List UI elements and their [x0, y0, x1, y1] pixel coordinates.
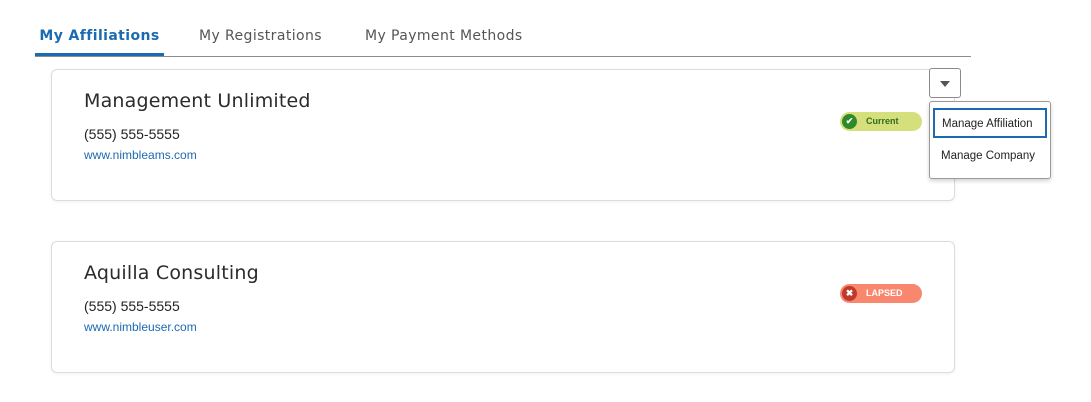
- affiliation-card: Aquilla Consulting (555) 555-5555 www.ni…: [51, 241, 955, 373]
- tab-my-affiliations[interactable]: My Affiliations: [35, 18, 164, 56]
- status-badge: ✔ Current: [840, 112, 922, 131]
- check-circle-icon: ✔: [842, 114, 857, 129]
- manage-company-menu-item[interactable]: Manage Company: [933, 142, 1047, 172]
- actions-dropdown-menu: Manage Affiliation Manage Company: [929, 101, 1051, 179]
- organization-website-link[interactable]: www.nimbleams.com: [84, 148, 197, 162]
- actions-dropdown-toggle[interactable]: [929, 68, 961, 98]
- affiliation-card: Management Unlimited (555) 555-5555 www.…: [51, 69, 955, 201]
- x-circle-icon: ✖: [842, 286, 857, 301]
- status-label: Current: [866, 116, 899, 126]
- organization-phone: (555) 555-5555: [84, 298, 180, 314]
- status-label: LAPSED: [866, 288, 903, 298]
- status-badge: ✖ LAPSED: [840, 284, 922, 303]
- manage-affiliation-menu-item[interactable]: Manage Affiliation: [933, 108, 1047, 138]
- caret-down-icon: [940, 81, 950, 87]
- organization-name: Management Unlimited: [84, 90, 311, 112]
- tab-my-registrations[interactable]: My Registrations: [199, 18, 322, 56]
- tab-bar: My Affiliations My Registrations My Paym…: [35, 18, 971, 57]
- organization-website-link[interactable]: www.nimbleuser.com: [84, 320, 197, 334]
- organization-phone: (555) 555-5555: [84, 126, 180, 142]
- tab-my-payment-methods[interactable]: My Payment Methods: [365, 18, 523, 56]
- organization-name: Aquilla Consulting: [84, 262, 259, 284]
